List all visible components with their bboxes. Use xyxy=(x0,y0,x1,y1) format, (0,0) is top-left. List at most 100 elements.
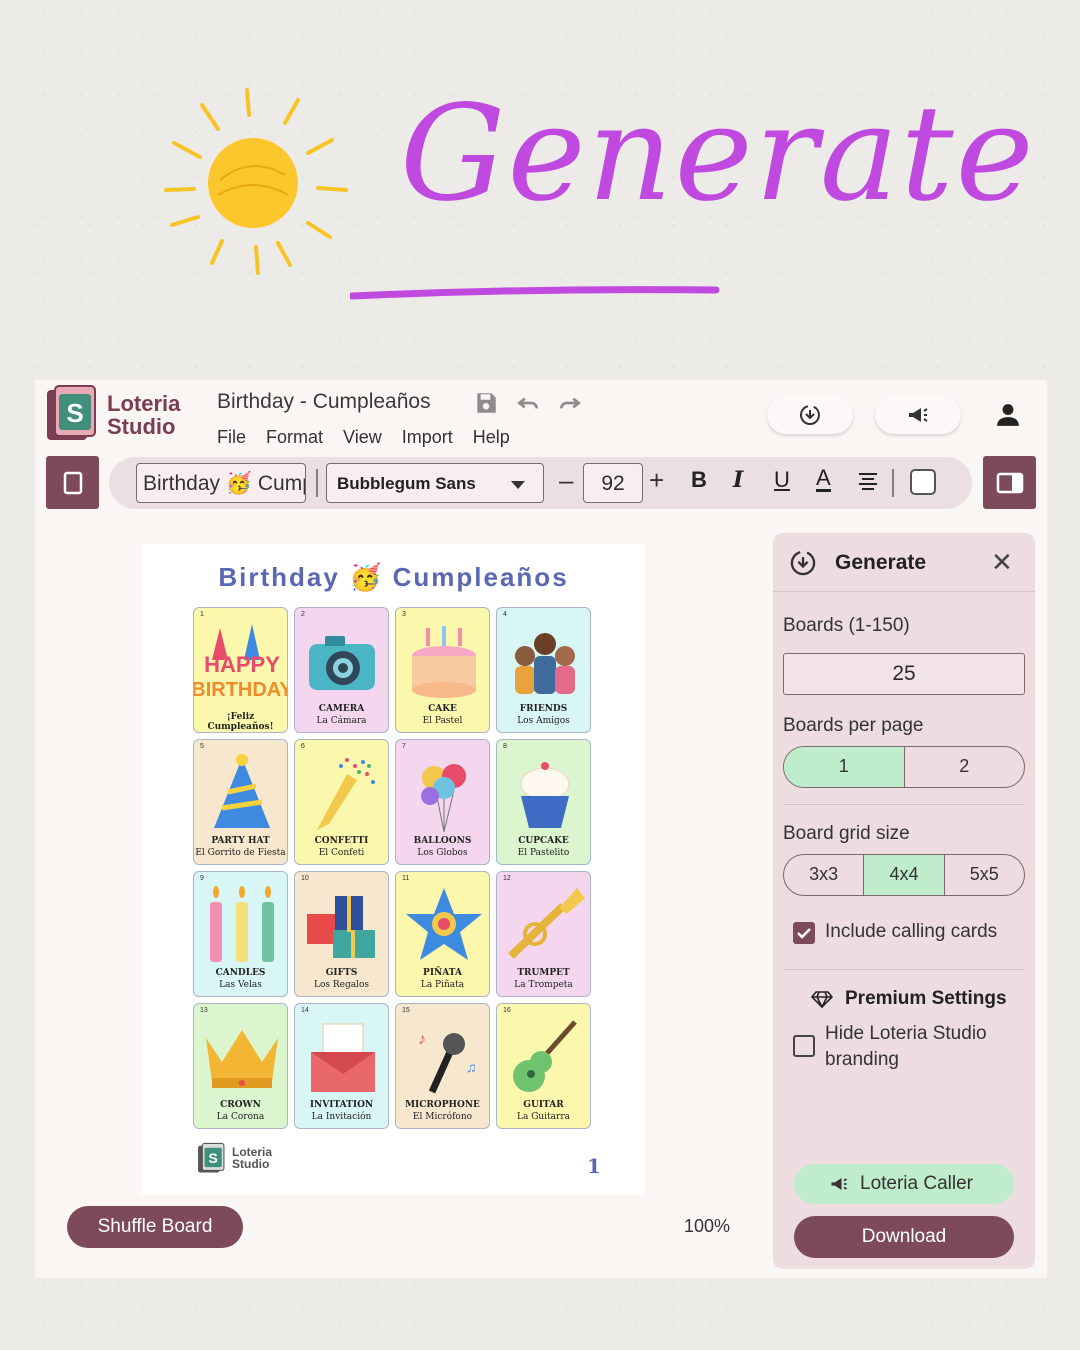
crown-art xyxy=(206,1030,278,1088)
italic-button[interactable]: I xyxy=(733,467,743,493)
page-portrait-icon xyxy=(63,471,82,494)
board-card[interactable]: 3 CAKE El Pastel xyxy=(395,607,490,733)
happy-birthday-art: HAPPY BIRTHDAY xyxy=(194,624,287,701)
font-size-input[interactable]: 92 xyxy=(583,463,643,503)
side-panel-icon xyxy=(996,472,1023,493)
download-button[interactable]: Download xyxy=(794,1216,1014,1258)
panel-title: Generate xyxy=(835,551,927,574)
board-card[interactable]: 7 BALLOONS Los Globos xyxy=(395,739,490,865)
per-page-option-2[interactable]: 2 xyxy=(903,747,1025,787)
svg-text:♫: ♫ xyxy=(466,1059,477,1075)
menu-file[interactable]: File xyxy=(217,427,246,448)
font-size-decrease-button[interactable]: – xyxy=(559,465,573,496)
format-bar: Birthday 🥳 Cumpleaños Bubblegum Sans – 9… xyxy=(109,457,972,509)
board-card[interactable]: 12 TRUMPET La Trompeta xyxy=(496,871,591,997)
menu-view[interactable]: View xyxy=(343,427,382,448)
board-card[interactable]: 8 CUPCAKE El Pastelito xyxy=(496,739,591,865)
chevron-down-icon xyxy=(511,481,525,489)
hide-branding-label: Hide Loteria Studio branding xyxy=(825,1023,987,1070)
grid-option-5x5[interactable]: 5x5 xyxy=(943,855,1024,895)
font-family-select[interactable]: Bubblegum Sans xyxy=(326,463,544,503)
trumpet-art xyxy=(508,888,585,959)
menu-import[interactable]: Import xyxy=(402,427,453,448)
hide-branding-checkbox[interactable] xyxy=(793,1035,815,1057)
font-size-increase-button[interactable]: + xyxy=(649,465,664,496)
board-title[interactable]: Birthday 🥳 Cumpleaños xyxy=(142,562,645,593)
board-logo-icon: S xyxy=(198,1142,225,1173)
sun-icon xyxy=(164,88,348,275)
board-logo-text: Loteria Studio xyxy=(232,1145,273,1171)
zoom-level[interactable]: 100% xyxy=(684,1216,730,1237)
bold-button[interactable]: B xyxy=(691,467,707,493)
caller-pill-button[interactable] xyxy=(875,396,961,434)
board-card[interactable]: 16 GUITAR La Guitarra xyxy=(496,1003,591,1129)
board-card[interactable]: 11 PIÑATA La Piñata xyxy=(395,871,490,997)
text-content-input[interactable]: Birthday 🥳 Cumpleaños xyxy=(136,463,306,503)
menu-format[interactable]: Format xyxy=(266,427,323,448)
hero-title: Generate xyxy=(400,77,1036,231)
board-card[interactable]: 1 HAPPY BIRTHDAY ¡Feliz Cumpleaños! xyxy=(193,607,288,733)
loteria-caller-label: Loteria Caller xyxy=(860,1173,973,1194)
megaphone-icon xyxy=(909,408,928,422)
shuffle-board-button[interactable]: Shuffle Board xyxy=(67,1206,243,1248)
save-icon[interactable] xyxy=(473,390,499,416)
camera-art xyxy=(309,636,375,690)
menu-help[interactable]: Help xyxy=(473,427,510,448)
board-card[interactable]: 2 CAMERA La Cámara xyxy=(294,607,389,733)
party-hat-art xyxy=(214,754,270,828)
user-account-icon[interactable] xyxy=(995,402,1021,428)
microphone-art: ♪♫ xyxy=(418,1031,477,1094)
page-toggle-button[interactable] xyxy=(46,456,99,509)
download-circle-icon xyxy=(800,405,820,425)
premium-settings-title: Premium Settings xyxy=(845,988,1007,1009)
undo-icon[interactable] xyxy=(515,390,541,416)
board-card[interactable]: 5 PARTY HAT El Gorrito de Fiesta xyxy=(193,739,288,865)
toolbar-divider xyxy=(892,469,894,497)
boards-per-page-toggle: 1 2 xyxy=(783,746,1025,788)
grid-size-toggle: 3x3 4x4 5x5 xyxy=(783,854,1025,896)
board-card[interactable]: 15 ♪ ♫ MICROPHONE El Micrófono xyxy=(395,1003,490,1129)
download-circle-icon xyxy=(790,550,816,576)
candles-art xyxy=(210,886,274,962)
per-page-option-1[interactable]: 1 xyxy=(784,747,904,787)
grid-size-label: Board grid size xyxy=(783,823,910,844)
board-card[interactable]: 4 FRIENDS Los Amigos xyxy=(496,607,591,733)
boards-count-input[interactable]: 25 xyxy=(783,653,1025,695)
boards-per-page-label: Boards per page xyxy=(783,715,924,736)
cupcake-art xyxy=(520,762,570,828)
svg-text:S: S xyxy=(66,398,83,428)
guitar-art xyxy=(513,1020,577,1092)
grid-option-3x3[interactable]: 3x3 xyxy=(784,855,863,895)
background-color-swatch[interactable] xyxy=(910,469,936,495)
loteria-board-preview[interactable]: Birthday 🥳 Cumpleaños 1 HAPPY BIRTHDAY ¡… xyxy=(142,544,645,1195)
calling-cards-checkbox[interactable] xyxy=(793,922,815,944)
board-card[interactable]: 9 CANDLES Las Velas xyxy=(193,871,288,997)
invitation-art xyxy=(311,1023,375,1092)
logo-text: Loteria Studio xyxy=(107,391,181,439)
generate-pill-button[interactable] xyxy=(767,396,853,434)
text-color-button[interactable]: A xyxy=(816,467,831,492)
underline-button[interactable]: U xyxy=(774,467,790,493)
redo-icon[interactable] xyxy=(557,390,583,416)
cake-art xyxy=(412,626,476,698)
gifts-art xyxy=(307,896,375,958)
app-header: S Loteria Studio Birthday - Cumpleaños F… xyxy=(35,380,1047,455)
panel-divider xyxy=(783,804,1025,805)
panel-divider xyxy=(783,969,1025,970)
board-card[interactable]: 13 CROWN La Corona xyxy=(193,1003,288,1129)
align-center-icon[interactable] xyxy=(857,471,879,493)
confetti-art xyxy=(317,758,375,830)
close-icon[interactable]: ✕ xyxy=(991,547,1013,578)
side-panel-toggle-button[interactable] xyxy=(983,456,1036,509)
board-card[interactable]: 14 INVITATION La Invitación xyxy=(294,1003,389,1129)
board-card[interactable]: 6 CONFETTI El Confeti xyxy=(294,739,389,865)
panel-header: Generate ✕ xyxy=(773,533,1035,592)
document-title[interactable]: Birthday - Cumpleaños xyxy=(217,390,431,414)
loteria-caller-button[interactable]: Loteria Caller xyxy=(794,1164,1014,1204)
friends-art xyxy=(515,633,575,694)
balloons-art xyxy=(421,764,466,833)
svg-text:HAPPY: HAPPY xyxy=(204,652,280,677)
loteria-logo-icon: S xyxy=(47,385,96,440)
board-card[interactable]: 10 GIFTS Los Regalos xyxy=(294,871,389,997)
grid-option-4x4[interactable]: 4x4 xyxy=(863,855,944,895)
